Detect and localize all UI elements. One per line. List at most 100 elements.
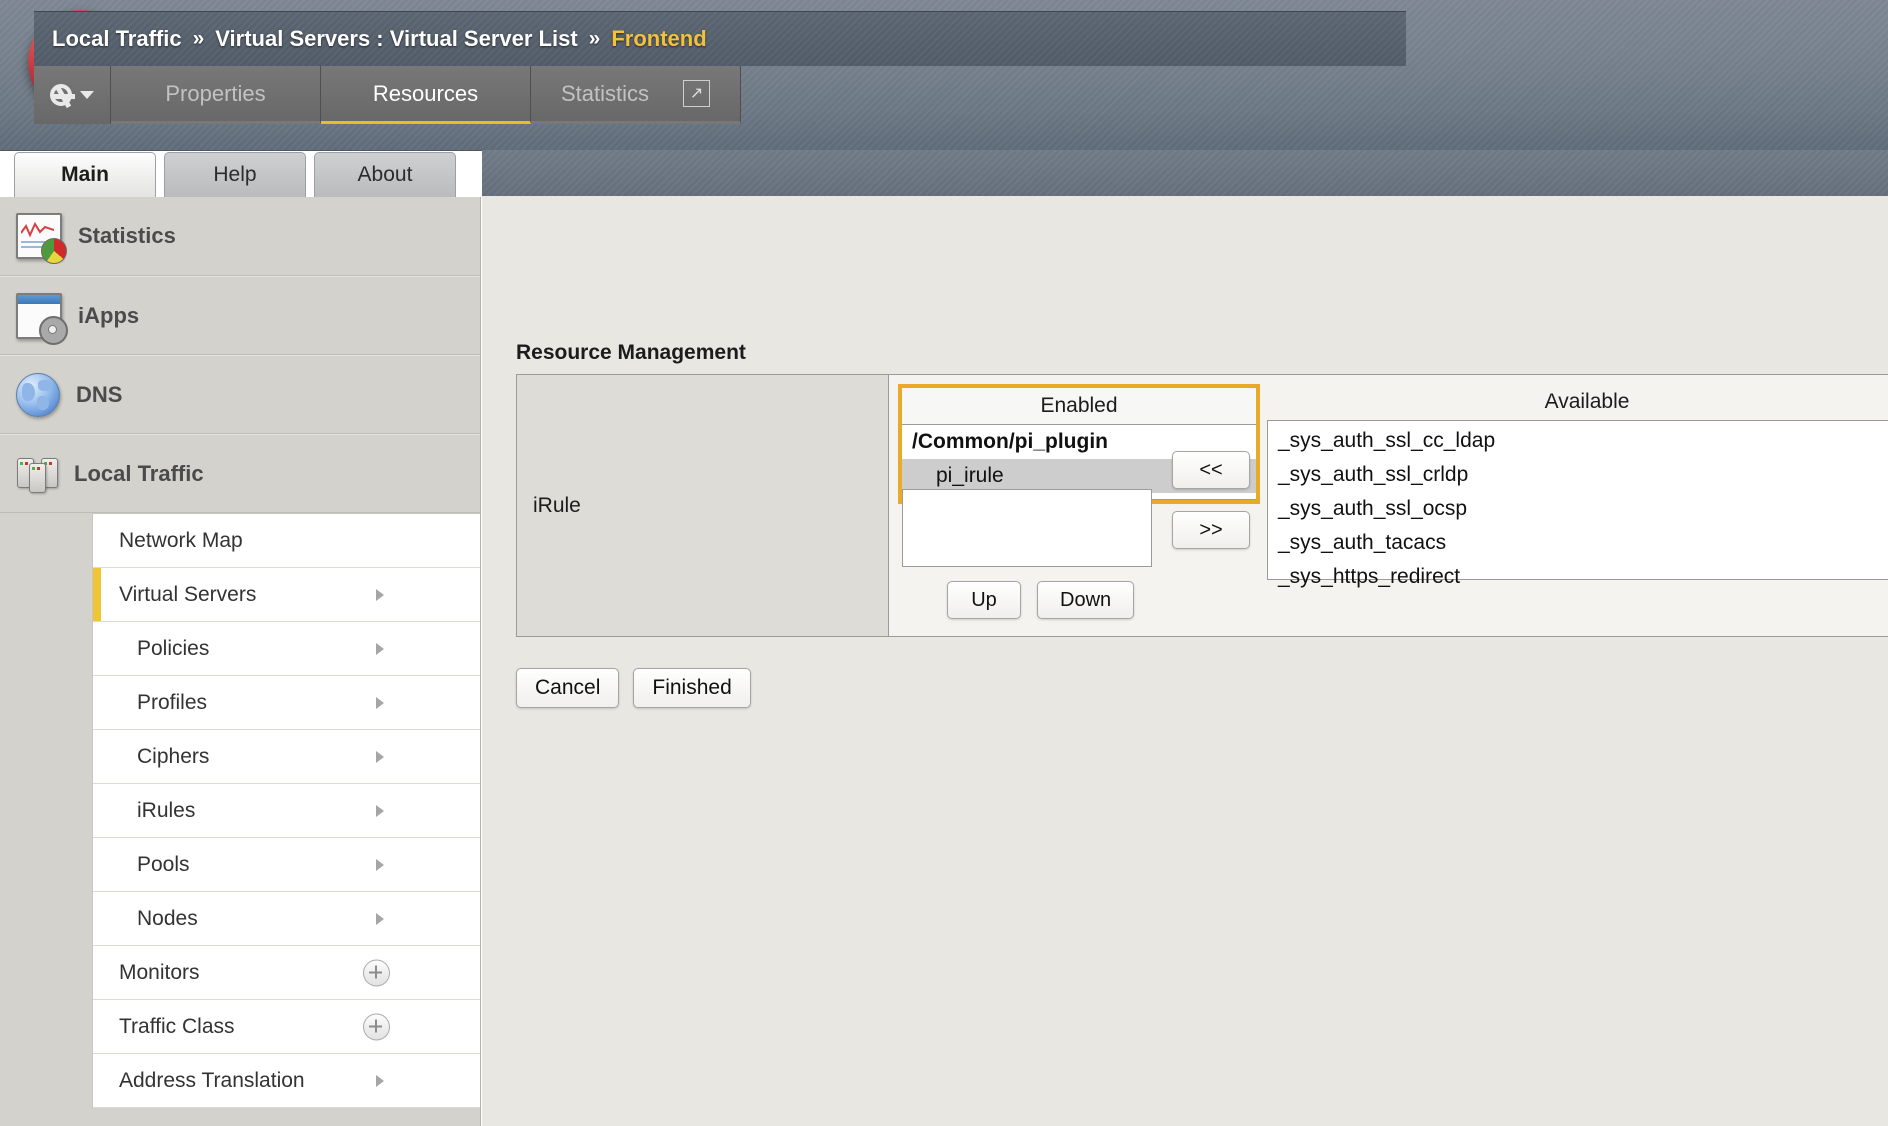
tab-statistics[interactable]: Statistics ↗ (531, 66, 741, 124)
selection-accent (93, 514, 101, 567)
chevron-right-icon (376, 642, 384, 655)
primary-nav-tabs: Main Help About (14, 152, 456, 197)
chevron-right-icon (376, 1074, 384, 1087)
tab-properties[interactable]: Properties (111, 66, 321, 124)
nav-tab-main[interactable]: Main (14, 152, 156, 197)
sidebar-subitem-virtual-servers[interactable]: Virtual Servers (93, 568, 480, 622)
available-list-header: Available (1544, 390, 1630, 413)
sidebar-subitem-label: Nodes (137, 906, 198, 930)
nav-tab-about[interactable]: About (314, 152, 456, 197)
cancel-button[interactable]: Cancel (516, 668, 620, 708)
selection-accent (93, 838, 101, 891)
move-down-button[interactable]: Down (1037, 581, 1135, 619)
globe-landmass (38, 379, 52, 391)
available-list-panel: Available _sys_auth_ssl_cc_ldap _sys_aut… (1267, 384, 1888, 588)
chevron-right-icon (376, 750, 384, 763)
content-top-strip (482, 150, 1888, 196)
sidebar-item-iapps[interactable]: iApps (0, 276, 480, 355)
sidebar-subitem-traffic-class[interactable]: Traffic Class (93, 1000, 480, 1054)
available-list-option[interactable]: _sys_auth_ssl_cc_ldap (1268, 424, 1888, 458)
sidebar-subitem-label: iRules (137, 798, 196, 822)
sidebar-item-label: DNS (76, 381, 123, 407)
sidebar-subitem-label: Profiles (137, 690, 208, 714)
chevron-right-icon (376, 588, 384, 601)
selection-accent (93, 1054, 101, 1107)
iapps-icon (16, 292, 68, 345)
sidebar-item-label: iApps (78, 302, 140, 328)
breadcrumb-module[interactable]: Local Traffic (52, 26, 182, 52)
sidebar-subitem-label: Monitors (119, 960, 200, 984)
dns-globe-icon (16, 372, 60, 417)
move-left-button[interactable]: << (1172, 451, 1250, 489)
sidebar-subitem-monitors[interactable]: Monitors (93, 946, 480, 1000)
chevron-right-icon (376, 858, 384, 871)
tab-menu-button[interactable] (34, 66, 111, 124)
status-led (37, 466, 40, 470)
finished-button[interactable]: Finished (633, 668, 751, 708)
chevron-right-icon (376, 804, 384, 817)
status-led (32, 466, 35, 470)
sidebar-subitem-policies[interactable]: Policies (93, 622, 480, 676)
form-action-buttons: Cancel Finished (516, 668, 751, 708)
sidebar: Statistics iApps DNS Local Traffic Netwo… (0, 197, 481, 1126)
content-area (482, 150, 1888, 1126)
page-title: Resource Management (516, 341, 746, 364)
breadcrumb-list[interactable]: Virtual Servers : Virtual Server List (215, 26, 577, 52)
external-link-icon[interactable]: ↗ (683, 80, 711, 107)
move-right-button[interactable]: >> (1172, 511, 1250, 549)
table-row-body-cell: Enabled /Common/pi_plugin pi_irule << >>… (889, 375, 1888, 636)
chart-line-glyph (20, 221, 55, 238)
available-listbox[interactable]: _sys_auth_ssl_cc_ldap _sys_auth_ssl_crld… (1267, 420, 1888, 588)
add-icon[interactable] (363, 1013, 390, 1040)
selection-accent (93, 1000, 101, 1053)
sidebar-item-label: Statistics (78, 223, 176, 248)
sidebar-subitem-address-translation[interactable]: Address Translation (93, 1054, 480, 1108)
breadcrumb-separator: » (192, 27, 205, 50)
sidebar-subitem-profiles[interactable]: Profiles (93, 676, 480, 730)
sidebar-subitem-irules[interactable]: iRules (93, 784, 480, 838)
sidebar-subitem-pools[interactable]: Pools (93, 838, 480, 892)
breadcrumb-separator: » (588, 27, 601, 50)
sidebar-subitem-ciphers[interactable]: Ciphers (93, 730, 480, 784)
globe-landmass (22, 382, 35, 401)
add-icon[interactable] (363, 959, 390, 986)
pie-chart-glyph (41, 238, 67, 264)
table-row-label-cell: iRule (517, 375, 889, 636)
sidebar-subitem-label: Policies (137, 636, 210, 660)
local-traffic-submenu: Network Map Virtual Servers Policies Pro… (92, 513, 480, 1108)
selection-accent (93, 730, 101, 783)
sidebar-subitem-network-map[interactable]: Network Map (93, 514, 480, 568)
sidebar-subitem-label: Traffic Class (119, 1014, 235, 1038)
enabled-listbox-overflow[interactable] (902, 489, 1152, 567)
nav-tab-help[interactable]: Help (164, 152, 306, 197)
tab-statistics-label: Statistics (560, 80, 650, 106)
gear-icon (50, 84, 75, 106)
move-up-button[interactable]: Up (947, 581, 1021, 619)
chevron-down-icon (80, 91, 94, 99)
window-titlebar-glyph (18, 294, 60, 304)
resource-management-table: iRule Enabled /Common/pi_plugin pi_irule… (516, 374, 1888, 637)
irule-row-label: iRule (533, 493, 581, 517)
available-list-option[interactable]: _sys_auth_ssl_ocsp (1268, 492, 1888, 526)
gear-glyph (39, 315, 68, 345)
sidebar-item-statistics[interactable]: Statistics (0, 197, 480, 276)
content-tab-strip: Properties Resources Statistics ↗ (34, 66, 741, 124)
available-list-option[interactable]: _sys_https_redirect (1268, 560, 1888, 594)
selection-accent (93, 946, 101, 999)
sidebar-item-dns[interactable]: DNS (0, 355, 480, 434)
available-list-option[interactable]: _sys_auth_tacacs (1268, 526, 1888, 560)
breadcrumb-current: Frontend (611, 26, 707, 51)
available-list-option[interactable]: _sys_auth_ssl_crldp (1268, 458, 1888, 492)
status-led (20, 461, 23, 465)
globe-landmass (37, 395, 49, 410)
sidebar-subitem-label: Ciphers (137, 744, 210, 768)
tab-resources[interactable]: Resources (321, 66, 531, 124)
sidebar-item-label: Local Traffic (74, 460, 204, 486)
order-button-group: Up Down (947, 581, 1135, 619)
sidebar-item-local-traffic[interactable]: Local Traffic (0, 434, 480, 513)
transfer-button-group: << >> (1172, 451, 1250, 549)
sidebar-subitem-nodes[interactable]: Nodes (93, 892, 480, 946)
selection-accent (93, 784, 101, 837)
local-traffic-icon (16, 453, 58, 495)
sidebar-subitem-label: Pools (137, 852, 190, 876)
